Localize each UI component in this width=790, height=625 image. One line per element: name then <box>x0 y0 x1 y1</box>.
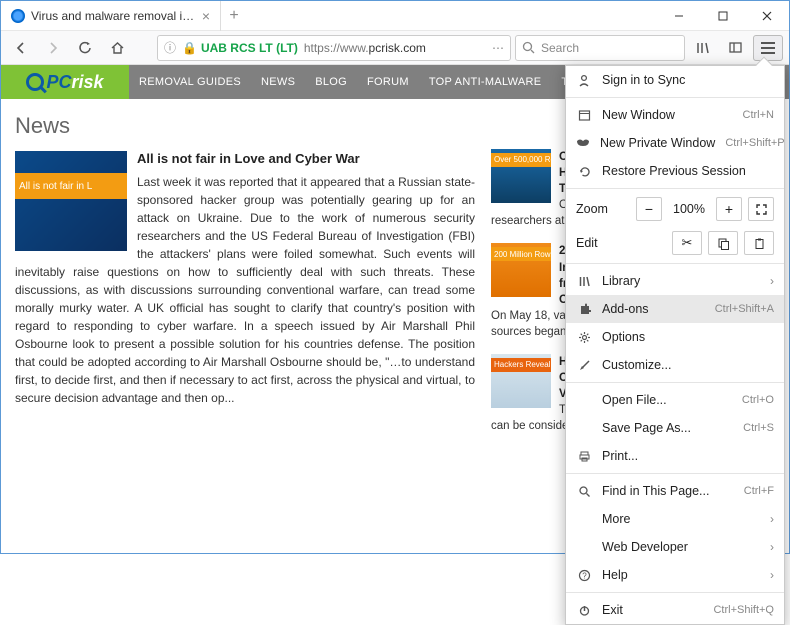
zoom-out-button[interactable]: − <box>636 197 662 221</box>
window-controls <box>657 1 789 31</box>
nav-antimalware[interactable]: TOP ANTI-MALWARE <box>419 76 552 88</box>
gear-icon <box>576 331 592 344</box>
side-thumbnail[interactable]: Over 500,000 Route <box>491 149 551 203</box>
print-icon <box>576 450 592 463</box>
chevron-right-icon: › <box>770 568 774 582</box>
browser-tab[interactable]: Virus and malware removal inst × <box>1 1 221 31</box>
search-bar[interactable]: Search <box>515 35 685 61</box>
search-placeholder: Search <box>541 41 579 55</box>
tab-close-icon[interactable]: × <box>202 8 210 24</box>
restore-icon <box>576 165 592 178</box>
mask-icon <box>576 138 590 148</box>
maximize-button[interactable] <box>701 1 745 31</box>
tab-title: Virus and malware removal inst <box>31 9 196 23</box>
menu-new-private-window[interactable]: New Private Window Ctrl+Shift+P <box>566 129 784 157</box>
window-icon <box>576 109 592 122</box>
menu-save-page[interactable]: Save Page As... Ctrl+S <box>566 414 784 442</box>
menu-help[interactable]: ? Help › <box>566 561 784 589</box>
power-icon <box>576 604 592 617</box>
reload-button[interactable] <box>71 34 99 62</box>
library-icon <box>576 275 592 288</box>
paint-icon <box>576 359 592 372</box>
url-dropdown-icon[interactable]: ⋯ <box>492 41 504 55</box>
menu-options[interactable]: Options <box>566 323 784 351</box>
tab-favicon <box>11 9 25 23</box>
menu-exit[interactable]: Exit Ctrl+Shift+Q <box>566 596 784 624</box>
lead-thumb-band: All is not fair in L <box>15 173 127 199</box>
copy-button[interactable] <box>708 231 738 255</box>
lock-icon: 🔒 <box>182 41 197 55</box>
side-thumbnail[interactable]: 200 Million Rows of <box>491 243 551 297</box>
zoom-label: Zoom <box>576 202 630 216</box>
menu-addons[interactable]: Add-ons Ctrl+Shift+A <box>566 295 784 323</box>
nav-forum[interactable]: FORUM <box>357 76 419 88</box>
zoom-in-button[interactable]: + <box>716 197 742 221</box>
user-icon <box>576 73 592 87</box>
menu-open-file[interactable]: Open File... Ctrl+O <box>566 386 784 414</box>
info-icon[interactable]: ⓘ <box>164 39 176 56</box>
svg-text:?: ? <box>582 571 587 580</box>
library-icon[interactable] <box>689 34 717 62</box>
side-thumbnail[interactable]: Hackers Reveal Fu <box>491 354 551 408</box>
fullscreen-button[interactable] <box>748 197 774 221</box>
back-button[interactable] <box>7 34 35 62</box>
nav-blog[interactable]: BLOG <box>305 76 357 88</box>
browser-toolbar: ⓘ 🔒 UAB RCS LT (LT) https://www.pcrisk.c… <box>1 31 789 65</box>
app-menu: Sign in to Sync New Window Ctrl+N New Pr… <box>565 65 785 625</box>
menu-zoom-row: Zoom − 100% + <box>566 192 784 226</box>
menu-restore-session[interactable]: Restore Previous Session <box>566 157 784 185</box>
cut-button[interactable]: ✂ <box>672 231 702 255</box>
menu-library[interactable]: Library › <box>566 267 784 295</box>
minimize-button[interactable] <box>657 1 701 31</box>
sidebar-icon[interactable] <box>721 34 749 62</box>
paste-button[interactable] <box>744 231 774 255</box>
site-logo[interactable]: PCrisk <box>1 65 129 99</box>
puzzle-icon <box>576 303 592 316</box>
chevron-right-icon: › <box>770 512 774 526</box>
site-identity[interactable]: 🔒 UAB RCS LT (LT) <box>182 41 298 55</box>
forward-button[interactable] <box>39 34 67 62</box>
logo-magnifier-icon <box>26 73 44 91</box>
identity-label: UAB RCS LT (LT) <box>201 41 298 55</box>
edit-label: Edit <box>576 236 666 250</box>
url-text: https://www.pcrisk.com <box>304 41 426 55</box>
search-icon <box>522 41 535 54</box>
new-tab-button[interactable]: + <box>221 7 247 25</box>
menu-web-developer[interactable]: Web Developer › <box>566 533 784 561</box>
menu-print[interactable]: Print... <box>566 442 784 470</box>
address-bar[interactable]: ⓘ 🔒 UAB RCS LT (LT) https://www.pcrisk.c… <box>157 35 511 61</box>
app-menu-button[interactable] <box>753 35 783 61</box>
menu-more[interactable]: More › <box>566 505 784 533</box>
home-button[interactable] <box>103 34 131 62</box>
lead-article: All is not fair in L All is not fair in … <box>15 149 475 435</box>
logo-text: PCrisk <box>46 72 103 93</box>
menu-edit-row: Edit ✂ <box>566 226 784 260</box>
search-icon <box>576 485 592 498</box>
chevron-right-icon: › <box>770 540 774 554</box>
chevron-right-icon: › <box>770 274 774 288</box>
window-titlebar: Virus and malware removal inst × + <box>1 1 789 31</box>
menu-new-window[interactable]: New Window Ctrl+N <box>566 101 784 129</box>
menu-find[interactable]: Find in This Page... Ctrl+F <box>566 477 784 505</box>
help-icon: ? <box>576 569 592 582</box>
zoom-value: 100% <box>668 202 710 216</box>
nav-news[interactable]: NEWS <box>251 76 305 88</box>
nav-removal-guides[interactable]: REMOVAL GUIDES <box>129 76 251 88</box>
hamburger-icon <box>761 47 775 49</box>
lead-thumbnail[interactable]: All is not fair in L <box>15 151 127 251</box>
menu-sign-in[interactable]: Sign in to Sync <box>566 66 784 94</box>
window-close-button[interactable] <box>745 1 789 31</box>
menu-customize[interactable]: Customize... <box>566 351 784 379</box>
